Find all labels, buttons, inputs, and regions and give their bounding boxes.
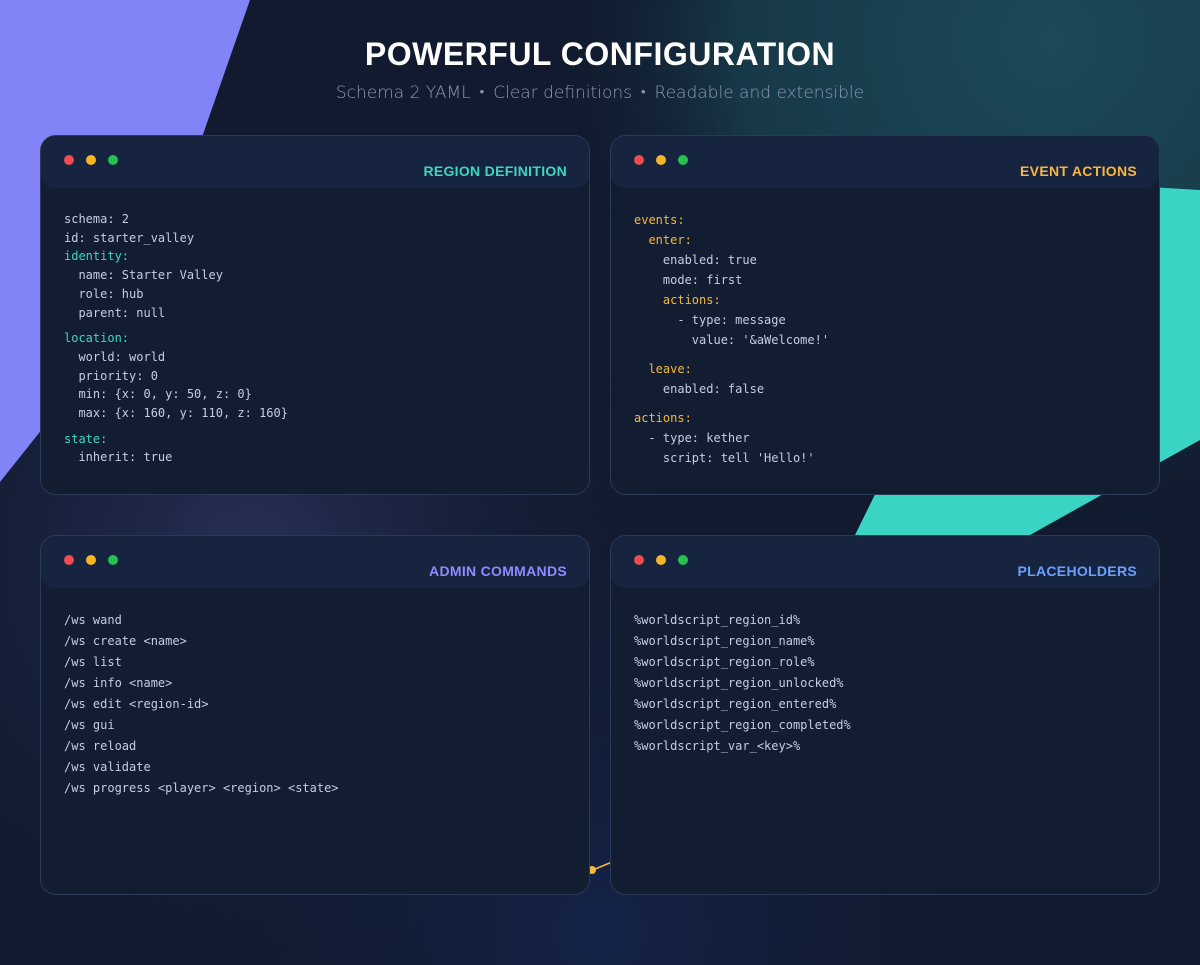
code-line: - type: message <box>634 313 786 327</box>
subtitle-separator: • <box>640 85 646 100</box>
code-key-line: enter: <box>634 233 692 247</box>
window-controls <box>634 155 688 165</box>
code-line: enabled: false <box>634 382 765 396</box>
subtitle-separator: • <box>479 85 485 100</box>
command-line: /ws gui <box>64 718 115 732</box>
placeholder-line: %worldscript_var_<key>% <box>634 739 801 753</box>
command-line: /ws validate <box>64 760 151 774</box>
code-line: schema: 2 <box>64 212 130 226</box>
close-dot-icon[interactable] <box>634 155 644 165</box>
card-header: REGION DEFINITION <box>41 136 589 188</box>
code-line: id: starter_valley <box>64 230 195 245</box>
code-line: world: world <box>64 349 166 364</box>
maximize-dot-icon[interactable] <box>678 555 688 565</box>
card-header: EVENT ACTIONS <box>611 136 1159 188</box>
code-line: name: Starter Valley <box>64 268 223 283</box>
close-dot-icon[interactable] <box>64 555 74 565</box>
code-key-line: state: <box>64 431 108 446</box>
minimize-dot-icon[interactable] <box>656 555 666 565</box>
code-line: priority: 0 <box>64 368 158 383</box>
maximize-dot-icon[interactable] <box>108 155 118 165</box>
close-dot-icon[interactable] <box>634 555 644 565</box>
window-controls <box>64 155 118 165</box>
placeholder-line: %worldscript_region_unlocked% <box>634 676 844 690</box>
code-line: - type: kether <box>634 431 750 445</box>
placeholder-line: %worldscript_region_entered% <box>634 697 837 711</box>
page-subtitle: Schema 2 YAML • Clear definitions • Readable… <box>0 83 1200 103</box>
window-controls <box>64 555 118 565</box>
card-header: PLACEHOLDERS <box>611 536 1159 588</box>
subtitle-item: Clear definitions <box>493 83 632 103</box>
code-line: mode: first <box>634 273 743 287</box>
minimize-dot-icon[interactable] <box>86 155 96 165</box>
region-definition-card: REGION DEFINITION schema: 2 id: starter_… <box>40 135 590 495</box>
code-key-line: events: <box>634 213 685 227</box>
command-line: /ws reload <box>64 739 137 753</box>
code-line: max: {x: 160, y: 110, z: 160} <box>64 406 288 421</box>
card-title: REGION DEFINITION <box>423 163 567 179</box>
command-line: /ws progress <player> <region> <state> <box>64 781 339 795</box>
placeholder-line: %worldscript_region_role% <box>634 655 815 669</box>
subtitle-item: Schema 2 YAML <box>335 83 471 103</box>
command-line: /ws edit <region-id> <box>64 697 209 711</box>
code-block: events: enter: enabled: true mode: first… <box>634 210 1149 468</box>
command-line: /ws info <name> <box>64 676 173 690</box>
minimize-dot-icon[interactable] <box>86 555 96 565</box>
code-key-line: actions: <box>634 411 692 425</box>
code-line: parent: null <box>64 305 166 320</box>
code-key-line: actions: <box>634 293 721 307</box>
command-line: /ws list <box>64 655 122 669</box>
card-title: PLACEHOLDERS <box>1017 563 1137 579</box>
code-line: role: hub <box>64 286 144 301</box>
command-line: /ws create <name> <box>64 634 187 648</box>
code-line: enabled: true <box>634 253 757 267</box>
window-controls <box>634 555 688 565</box>
code-line: value: '&aWelcome!' <box>634 333 830 347</box>
code-line: script: tell 'Hello!' <box>634 451 815 465</box>
event-actions-card: EVENT ACTIONS events: enter: enabled: tr… <box>610 135 1160 495</box>
code-line: inherit: true <box>64 450 173 465</box>
placeholders-card: PLACEHOLDERS %worldscript_region_id% %wo… <box>610 535 1160 895</box>
code-line: min: {x: 0, y: 50, z: 0} <box>64 387 252 402</box>
code-key-line: location: <box>64 331 130 346</box>
placeholder-line: %worldscript_region_completed% <box>634 718 851 732</box>
code-block: /ws wand /ws create <name> /ws list /ws … <box>64 610 579 799</box>
subtitle-item: Readable and extensible <box>654 83 865 103</box>
close-dot-icon[interactable] <box>64 155 74 165</box>
page-title: POWERFUL CONFIGURATION <box>364 36 836 72</box>
card-title: EVENT ACTIONS <box>1020 163 1137 179</box>
maximize-dot-icon[interactable] <box>108 555 118 565</box>
admin-commands-card: ADMIN COMMANDS /ws wand /ws create <name… <box>40 535 590 895</box>
code-key-line: identity: <box>64 249 130 264</box>
command-line: /ws wand <box>64 613 122 627</box>
placeholder-line: %worldscript_region_id% <box>634 613 801 627</box>
maximize-dot-icon[interactable] <box>678 155 688 165</box>
card-header: ADMIN COMMANDS <box>41 536 589 588</box>
code-block: schema: 2 id: starter_valley identity: n… <box>64 210 579 467</box>
placeholder-line: %worldscript_region_name% <box>634 634 815 648</box>
card-title: ADMIN COMMANDS <box>429 563 567 579</box>
code-block: %worldscript_region_id% %worldscript_reg… <box>634 610 1149 757</box>
minimize-dot-icon[interactable] <box>656 155 666 165</box>
code-key-line: leave: <box>634 362 692 376</box>
